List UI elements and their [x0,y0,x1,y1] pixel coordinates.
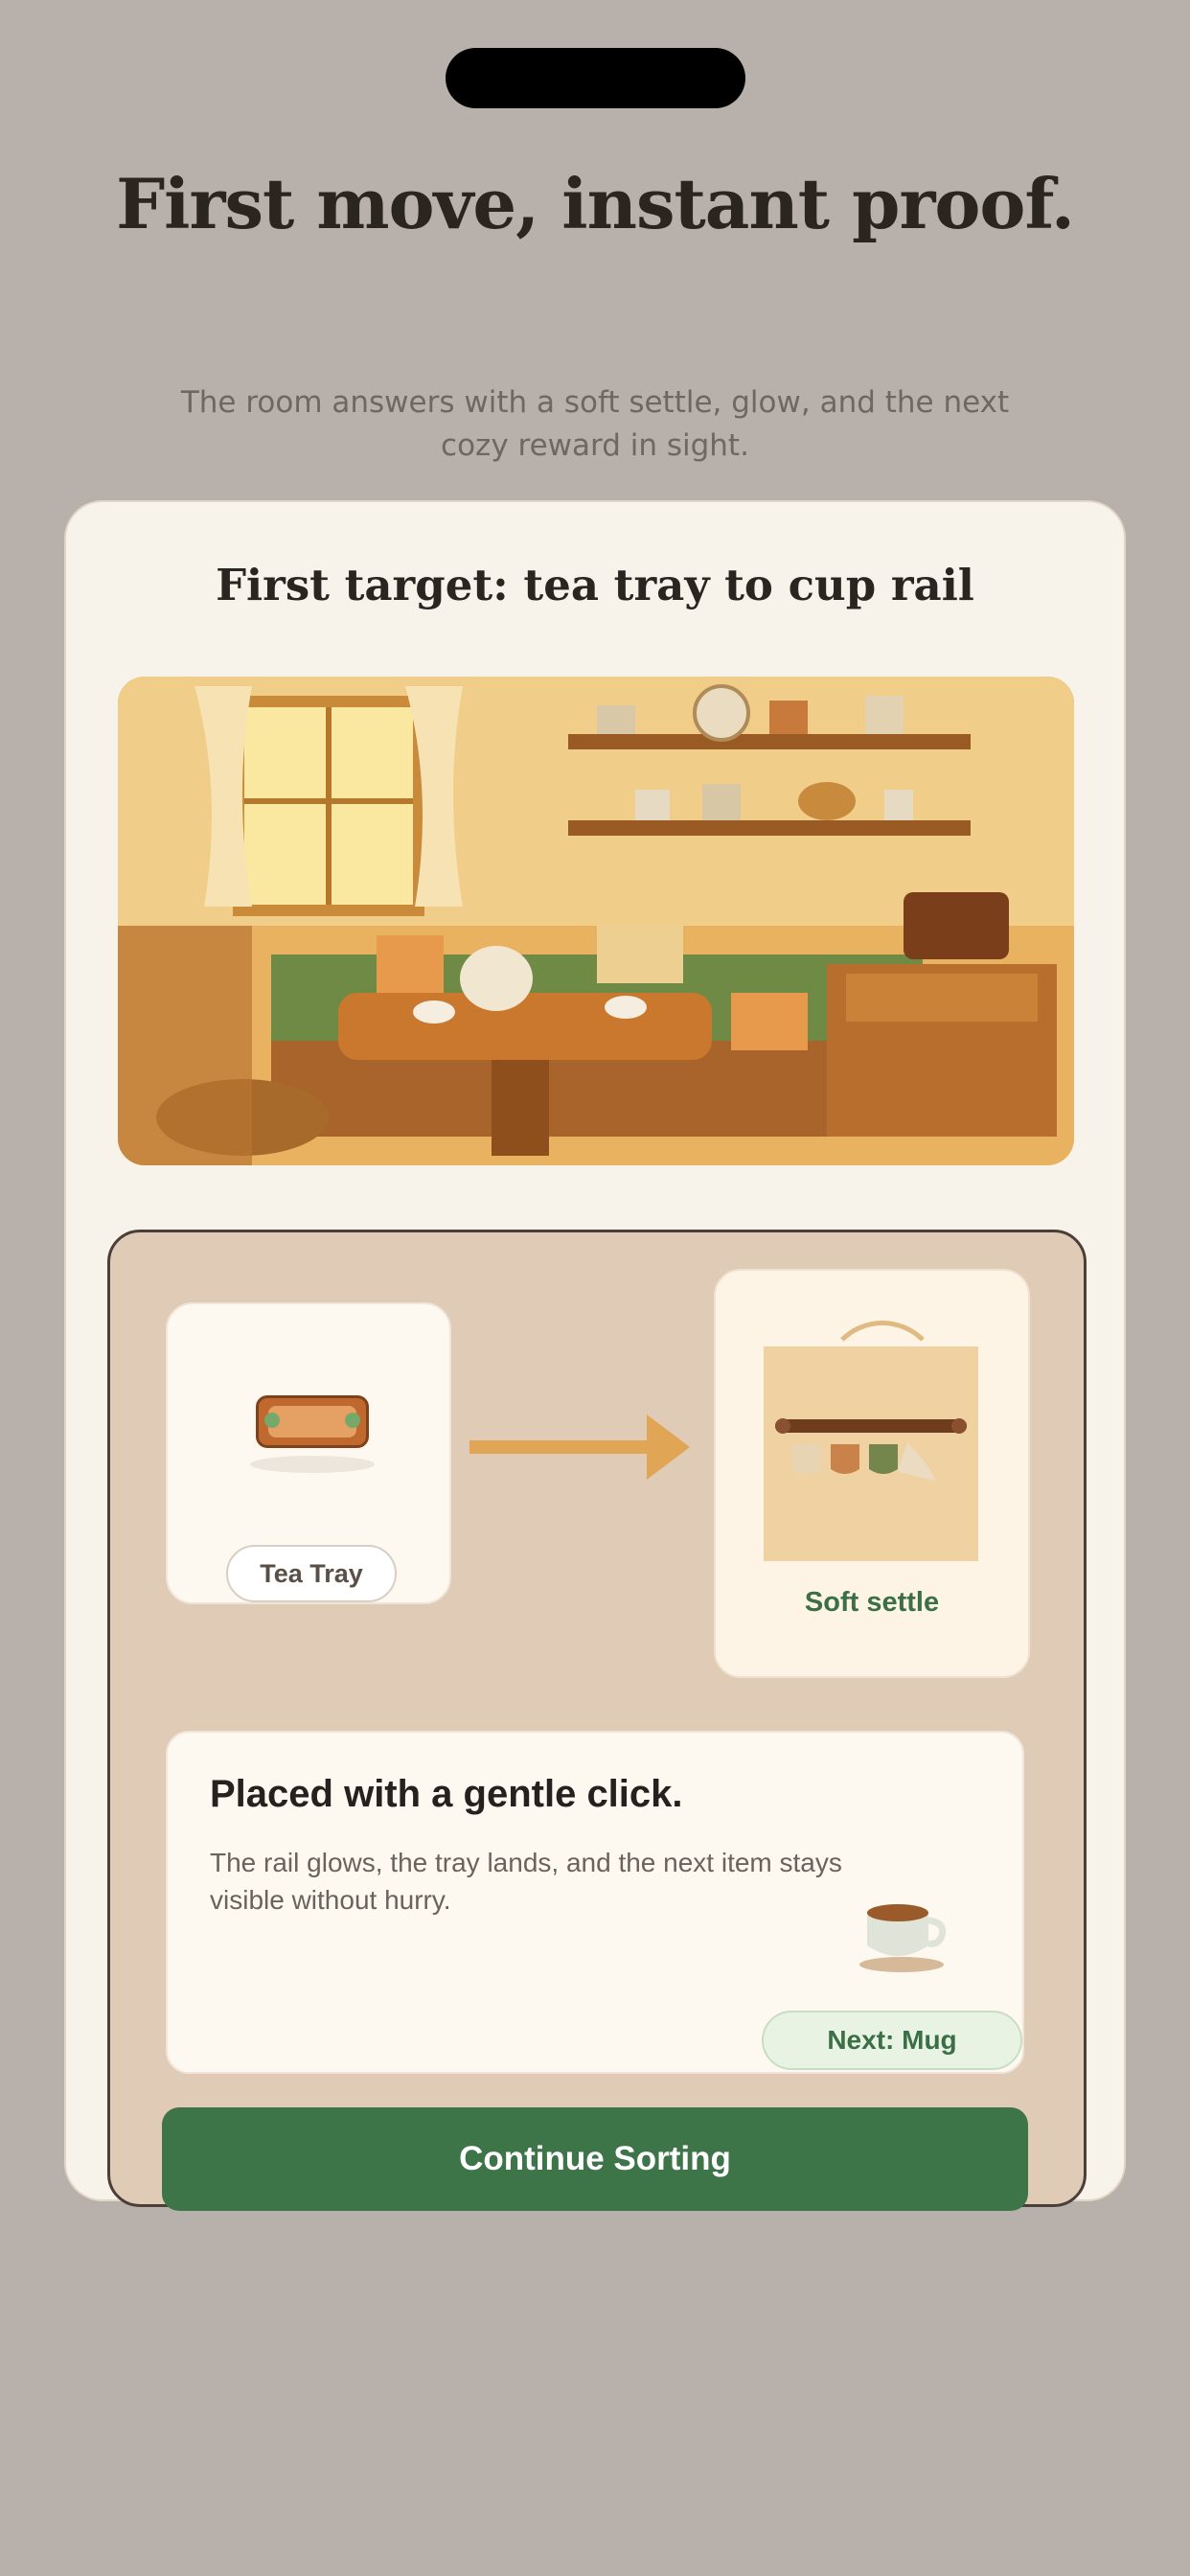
continue-sorting-button[interactable]: Continue Sorting [162,2107,1028,2211]
target-rail-tile[interactable]: Soft settle [714,1269,1030,1678]
feedback-title: Placed with a gentle click. [210,1773,683,1815]
tea-tray-icon [256,1395,369,1448]
target-label: Soft settle [804,1587,940,1618]
cozy-kitchen-scene-image [118,677,1074,1165]
tray-shadow [250,1456,375,1473]
source-item-tile[interactable]: Tea Tray [166,1302,451,1604]
source-item-label: Tea Tray [226,1545,397,1602]
mug-icon [859,1904,947,1972]
device-notch [446,48,745,108]
onboarding-card: First target: tea tray to cup rail Tea T… [64,500,1126,2207]
next-item-badge: Next: Mug [762,2011,1022,2070]
feedback-body: The rail glows, the tray lands, and the … [210,1848,842,1915]
arrow-right-icon [469,1414,690,1480]
cup-rail-image [764,1346,978,1561]
move-demo-panel: Tea Tray Soft settle Placed with a gentl… [107,1230,1087,2207]
feedback-card: Placed with a gentle click. The rail glo… [166,1731,1024,2074]
page-subhead: The room answers with a soft settle, glo… [180,385,1010,463]
page-headline: First move, instant proof. [116,163,1075,244]
card-title: First target: tea tray to cup rail [216,560,974,610]
